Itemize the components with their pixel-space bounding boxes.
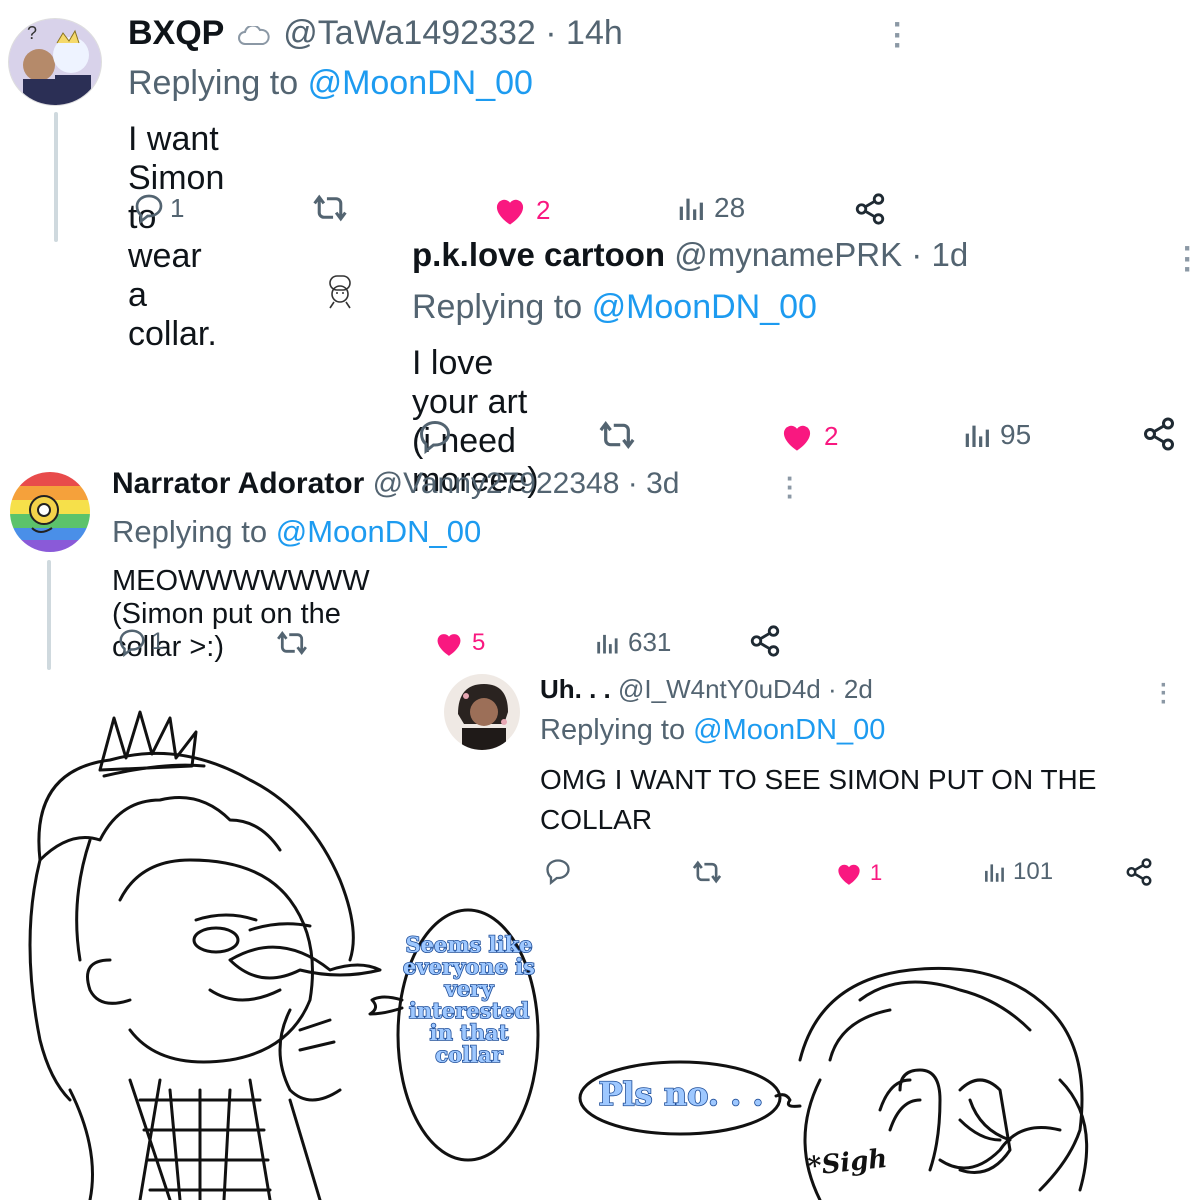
views-icon: [679, 198, 703, 220]
share-button[interactable]: [1140, 416, 1178, 452]
replying-to: Replying to @MoonDN_00: [412, 288, 817, 327]
reply-count: 1: [170, 192, 185, 223]
character-left-drawing: [28, 710, 1089, 1200]
speech-bubble-right-text: Pls no. . .: [598, 1075, 765, 1113]
timestamp[interactable]: 1d: [931, 236, 968, 273]
bubble-line: very: [444, 976, 494, 1002]
views-count: 95: [1000, 419, 1032, 450]
share-icon: [1144, 417, 1174, 451]
svg-text:?: ?: [27, 23, 37, 43]
comic-illustration: Seems like everyone is very interested i…: [0, 690, 1200, 1200]
retweet-icon: [277, 631, 307, 655]
heart-icon: [496, 199, 524, 225]
bubble-line: everyone is: [402, 954, 536, 980]
retweet-icon: [599, 421, 635, 449]
separator-dot: ·: [545, 14, 557, 52]
share-icon: [750, 625, 780, 657]
retweet-button[interactable]: [274, 628, 310, 658]
like-count: 5: [472, 629, 486, 656]
display-name[interactable]: BXQP: [128, 14, 224, 52]
views-icon: [965, 425, 989, 447]
handle[interactable]: @mynamePRK: [674, 236, 902, 273]
replying-to: Replying to @MoonDN_00: [128, 64, 533, 103]
reply-icon: [419, 420, 451, 454]
thread-line: [47, 560, 51, 670]
more-icon[interactable]: · · ·: [786, 465, 795, 509]
handle[interactable]: @TaWa1492332: [283, 14, 536, 52]
avatar[interactable]: ?: [8, 18, 102, 106]
tweet-header: p.k.love cartoon @mynamePRK · 1d: [412, 236, 968, 274]
tweet-text: I want Simon to wear a collar.: [128, 120, 225, 353]
tweet-header: BXQP @TaWa1492332 · 14h: [128, 14, 623, 55]
bubble-line: Seems like: [405, 932, 534, 957]
reply-icon: [119, 629, 145, 657]
display-name[interactable]: p.k.love cartoon: [412, 236, 665, 273]
reply-button[interactable]: 1: [132, 192, 184, 224]
reply-count: 1: [151, 628, 165, 655]
heart-icon: [437, 634, 461, 656]
retweet-icon: [313, 194, 347, 222]
bubble-line: interested: [408, 998, 530, 1024]
avatar[interactable]: [10, 472, 90, 552]
tweet-header: Narrator Adorator @Vanny27922348 · 3d: [112, 467, 679, 501]
timestamp[interactable]: 14h: [566, 14, 623, 52]
retweet-button[interactable]: [596, 418, 638, 452]
like-button[interactable]: 2: [492, 194, 550, 226]
reply-button[interactable]: [416, 418, 458, 454]
views-button[interactable]: 28: [676, 192, 745, 224]
share-button[interactable]: [748, 624, 782, 658]
mention-link[interactable]: @MoonDN_00: [276, 514, 482, 549]
avatar[interactable]: [322, 270, 358, 310]
heart-icon: [783, 425, 811, 451]
replying-prefix: Replying to: [112, 514, 268, 549]
views-icon: [597, 634, 618, 653]
separator-dot: ·: [911, 236, 923, 273]
retweet-button[interactable]: [310, 192, 350, 224]
views-count: 631: [628, 627, 672, 657]
reply-icon: [135, 194, 163, 224]
share-icon: [855, 193, 885, 225]
views-count: 28: [714, 192, 746, 223]
handle[interactable]: @Vanny27922348: [373, 467, 620, 500]
timestamp[interactable]: 3d: [646, 467, 679, 500]
replying-to: Replying to @MoonDN_00: [112, 514, 481, 550]
views-button[interactable]: 95: [962, 418, 1031, 452]
speech-bubble-left-text: Seems like everyone is very interested i…: [398, 932, 540, 1068]
mention-link[interactable]: @MoonDN_00: [308, 64, 533, 102]
like-count: 2: [824, 420, 839, 451]
more-icon[interactable]: · · ·: [893, 10, 903, 61]
like-button[interactable]: 2: [778, 420, 838, 452]
share-button[interactable]: [852, 192, 888, 226]
bubble-line: collar: [434, 1042, 503, 1068]
mention-link[interactable]: @MoonDN_00: [592, 288, 817, 326]
like-count: 2: [536, 194, 551, 225]
replying-prefix: Replying to: [128, 64, 299, 102]
cloud-icon: [237, 16, 270, 55]
thread-line: [54, 112, 58, 242]
separator-dot: ·: [627, 467, 638, 500]
replying-prefix: Replying to: [412, 288, 583, 326]
views-button[interactable]: 631: [594, 627, 671, 658]
like-button[interactable]: 5: [432, 629, 485, 657]
reply-button[interactable]: 1: [116, 627, 164, 657]
more-icon[interactable]: · · ·: [1183, 234, 1193, 285]
display-name[interactable]: Narrator Adorator: [112, 467, 364, 500]
bubble-line: in that: [429, 1020, 509, 1046]
